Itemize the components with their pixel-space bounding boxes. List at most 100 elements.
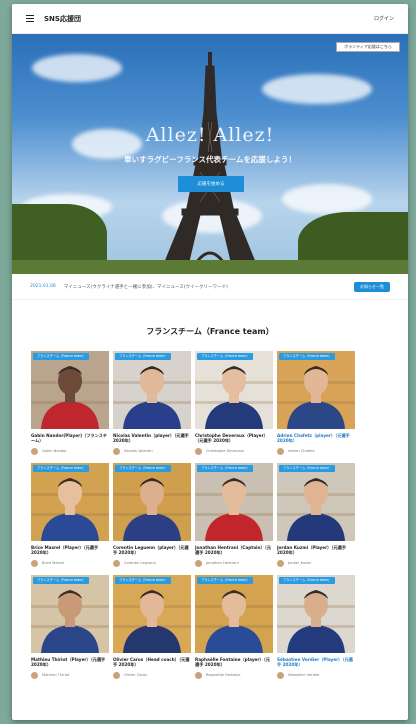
player-name[interactable]: Olivier Caros（Head coach）（元選手 2020年）	[113, 657, 191, 668]
player-photo[interactable]: フランスチーム（France team）	[195, 351, 273, 429]
player-photo[interactable]: フランスチーム（France team）	[195, 575, 273, 653]
player-name[interactable]: Gabin Nandor(Player)（フランスチーム）	[31, 433, 109, 444]
author-name: Corentin Leguenn	[124, 561, 156, 565]
avatar	[195, 559, 202, 567]
post-author: Jonathan Hentrani	[195, 559, 273, 567]
team-tag: フランスチーム（France team）	[197, 353, 254, 360]
site-brand[interactable]: SNS応援団	[44, 14, 81, 24]
avatar	[277, 559, 284, 567]
start-support-button[interactable]: 応援を始める	[178, 176, 244, 192]
avatar	[31, 671, 38, 679]
player-name[interactable]: Raphaëlle Fontaine（player）（元選手 2020年）	[195, 657, 273, 668]
team-tag: フランスチーム（France team）	[279, 353, 336, 360]
player-card[interactable]: フランスチーム（France team） Nicolas Valentin（pl…	[113, 351, 191, 455]
avatar	[113, 559, 120, 567]
team-tag: フランスチーム（France team）	[115, 353, 172, 360]
post-author: Mathieu Thiriot	[31, 671, 109, 679]
player-card[interactable]: フランスチーム（France team） Sébastien Verdier（P…	[277, 575, 355, 679]
news-text[interactable]: マイニュース(ウクライナ選手と一緒に参加)、マイニュース(ウイークリーワード)	[64, 284, 228, 290]
hero-subtitle: 車いすラグビーフランス代表チームを応援しよう！	[124, 155, 296, 164]
player-name[interactable]: Sébastien Verdier（Player）（元選手 2020年）	[277, 657, 355, 668]
avatar	[195, 447, 202, 455]
player-card[interactable]: フランスチーム（France team） Olivier Caros（Head …	[113, 575, 191, 679]
avatar	[195, 671, 202, 679]
player-name[interactable]: Jonathan Hentrani（Captain）（元選手 2020年）	[195, 545, 273, 556]
player-name[interactable]: Christophe Deveraux（Player）（元選手 2020年）	[195, 433, 273, 444]
post-author: Nicolas Valentin	[113, 447, 191, 455]
player-name[interactable]: Mathieu Thiriot（Player）（元選手 2020年）	[31, 657, 109, 668]
player-grid: フランスチーム（France team） Gabin Nandor(Player…	[12, 351, 408, 679]
volunteer-support-button[interactable]: ボランティア応援はこちら	[336, 42, 400, 52]
author-name: Nicolas Valentin	[124, 449, 153, 453]
author-name: Christophe Deveraux	[206, 449, 245, 453]
page: SNS応援団 ログイン Allez! Allez! 車いすラグビーフランス代表チ…	[12, 4, 408, 720]
player-photo[interactable]: フランスチーム（France team）	[277, 575, 355, 653]
avatar	[277, 447, 284, 455]
player-name[interactable]: Jordan Kuzmi（Player）（元選手 2020年）	[277, 545, 355, 556]
author-name: Jordan Kuzmi	[288, 561, 312, 565]
avatar	[113, 671, 120, 679]
news-bar: 2021.01.06 マイニュース(ウクライナ選手と一緒に参加)、マイニュース(…	[12, 274, 408, 300]
player-photo[interactable]: フランスチーム（France team）	[113, 463, 191, 541]
player-card[interactable]: フランスチーム（France team） Raphaëlle Fontaine（…	[195, 575, 273, 679]
player-name[interactable]: Brice Masrel（Player）（元選手 2020年）	[31, 545, 109, 556]
player-card[interactable]: フランスチーム（France team） Brice Masrel（Player…	[31, 463, 109, 567]
author-name: Brice Masrel	[42, 561, 65, 565]
team-tag: フランスチーム（France team）	[33, 353, 90, 360]
author-name: Sébastien Verdier	[288, 673, 320, 677]
login-link[interactable]: ログイン	[374, 15, 394, 22]
avatar	[277, 671, 284, 679]
post-author: Gabin Nandor	[31, 447, 109, 455]
post-author: Raphaëlle Fontaine	[195, 671, 273, 679]
author-name: Olivier Caros	[124, 673, 147, 677]
post-author: Olivier Caros	[113, 671, 191, 679]
post-author: Sébastien Verdier	[277, 671, 355, 679]
player-photo[interactable]: フランスチーム（France team）	[113, 575, 191, 653]
player-photo[interactable]: フランスチーム（France team）	[277, 463, 355, 541]
player-name[interactable]: Adrien Chafetz（player）（元選手 2020年）	[277, 433, 355, 444]
player-photo[interactable]: フランスチーム（France team）	[31, 575, 109, 653]
top-bar: SNS応援団 ログイン	[12, 4, 408, 34]
player-card[interactable]: フランスチーム（France team） Jordan Kuzmi（Player…	[277, 463, 355, 567]
post-author: Corentin Leguenn	[113, 559, 191, 567]
player-card[interactable]: フランスチーム（France team） Gabin Nandor(Player…	[31, 351, 109, 455]
player-photo[interactable]: フランスチーム（France team）	[31, 351, 109, 429]
player-card[interactable]: フランスチーム（France team） Christophe Deveraux…	[195, 351, 273, 455]
hero-title: Allez! Allez!	[145, 124, 275, 146]
post-author: Christophe Deveraux	[195, 447, 273, 455]
player-name[interactable]: Nicolas Valentin（player）（元選手 2020年）	[113, 433, 191, 444]
team-tag: フランスチーム（France team）	[115, 577, 172, 584]
player-photo[interactable]: フランスチーム（France team）	[195, 463, 273, 541]
player-photo[interactable]: フランスチーム（France team）	[113, 351, 191, 429]
team-tag: フランスチーム（France team）	[197, 577, 254, 584]
player-card[interactable]: フランスチーム（France team） Adrien Chafetz（play…	[277, 351, 355, 455]
author-name: Mathieu Thiriot	[42, 673, 70, 677]
player-card[interactable]: フランスチーム（France team） Jonathan Hentrani（C…	[195, 463, 273, 567]
team-tag: フランスチーム（France team）	[115, 465, 172, 472]
player-photo[interactable]: フランスチーム（France team）	[277, 351, 355, 429]
hero-banner: Allez! Allez! 車いすラグビーフランス代表チームを応援しよう！ 応援…	[12, 34, 408, 274]
player-name[interactable]: Corentin Leguenn（player）（元選手 2020年）	[113, 545, 191, 556]
section-title: フランスチーム（France team）	[146, 327, 274, 336]
post-author: Brice Masrel	[31, 559, 109, 567]
news-list-button[interactable]: お知らせ一覧	[354, 281, 390, 292]
author-name: Gabin Nandor	[42, 449, 67, 453]
team-tag: フランスチーム（France team）	[33, 577, 90, 584]
post-author: Jordan Kuzmi	[277, 559, 355, 567]
player-photo[interactable]: フランスチーム（France team）	[31, 463, 109, 541]
player-card[interactable]: フランスチーム（France team） Corentin Leguenn（pl…	[113, 463, 191, 567]
team-tag: フランスチーム（France team）	[279, 465, 336, 472]
author-name: Adrien Chafetz	[288, 449, 315, 453]
avatar	[31, 447, 38, 455]
author-name: Raphaëlle Fontaine	[206, 673, 241, 677]
team-tag: フランスチーム（France team）	[279, 577, 336, 584]
player-card[interactable]: フランスチーム（France team） Mathieu Thiriot（Pla…	[31, 575, 109, 679]
author-name: Jonathan Hentrani	[206, 561, 239, 565]
team-tag: フランスチーム（France team）	[33, 465, 90, 472]
team-tag: フランスチーム（France team）	[197, 465, 254, 472]
avatar	[31, 559, 38, 567]
post-author: Adrien Chafetz	[277, 447, 355, 455]
news-date: 2021.01.06	[30, 284, 56, 289]
hamburger-menu-icon[interactable]	[26, 15, 34, 22]
avatar	[113, 447, 120, 455]
